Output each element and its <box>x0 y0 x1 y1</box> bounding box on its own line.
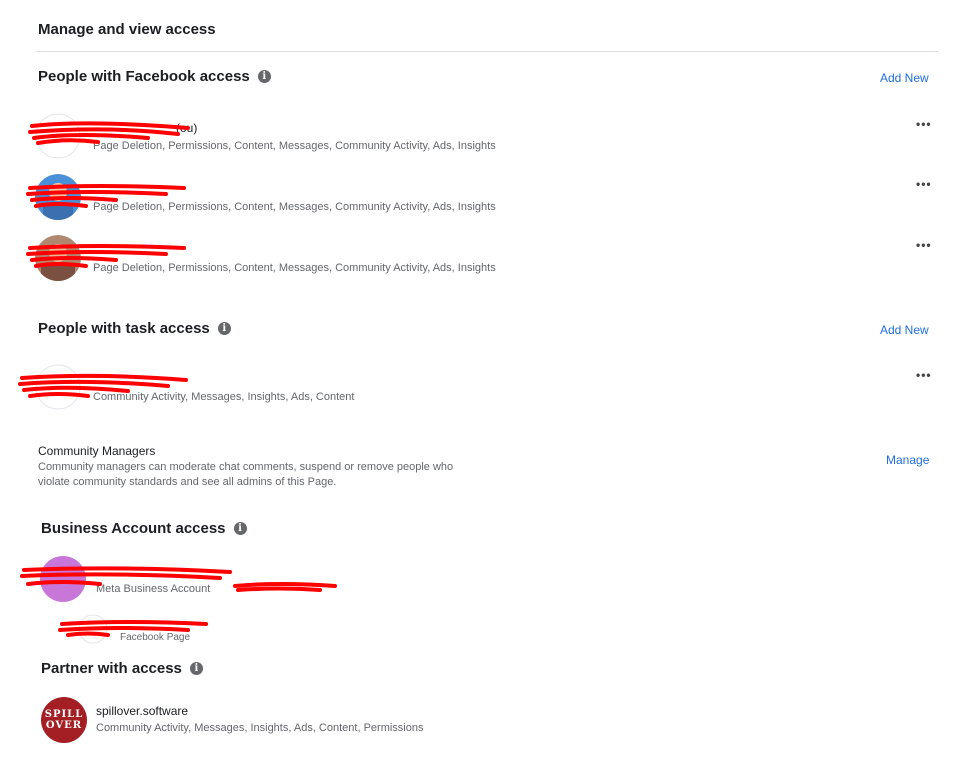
more-options-icon[interactable]: ••• <box>916 178 932 190</box>
info-icon[interactable]: i <box>189 662 203 675</box>
info-icon[interactable]: i <box>217 322 231 335</box>
avatar[interactable] <box>35 364 81 410</box>
facebook-access-heading: People with Facebook access i <box>38 68 271 85</box>
task-access-title: People with task access <box>38 320 210 337</box>
person-permissions: Community Activity, Messages, Insights, … <box>93 391 355 403</box>
partner-name[interactable]: spillover.software <box>96 704 188 718</box>
more-options-icon[interactable]: ••• <box>916 239 932 251</box>
facebook-access-title: People with Facebook access <box>38 68 250 85</box>
partner-permissions: Community Activity, Messages, Insights, … <box>96 722 424 734</box>
avatar[interactable] <box>35 235 81 281</box>
add-new-task-access-button[interactable]: Add New <box>880 323 929 337</box>
page-type: Facebook Page <box>120 632 191 643</box>
task-access-heading: People with task access i <box>38 320 231 337</box>
avatar[interactable] <box>35 174 81 220</box>
page-title: Manage and view access <box>38 21 216 38</box>
person-permissions: Page Deletion, Permissions, Content, Mes… <box>93 262 496 274</box>
person-permissions: Page Deletion, Permissions, Content, Mes… <box>93 140 496 152</box>
more-options-icon[interactable]: ••• <box>916 118 932 130</box>
page-avatar[interactable] <box>78 614 108 644</box>
person-name[interactable]: (ou) <box>176 121 197 135</box>
community-managers-title: Community Managers <box>38 444 156 458</box>
add-new-facebook-access-button[interactable]: Add New <box>880 71 929 85</box>
info-icon[interactable]: i <box>257 70 271 83</box>
info-icon[interactable]: i <box>233 522 247 535</box>
manage-community-managers-button[interactable]: Manage <box>886 453 929 467</box>
community-managers-description: Community managers can moderate chat com… <box>38 461 454 488</box>
business-access-title: Business Account access <box>41 520 226 537</box>
spillover-logo[interactable]: SPILL OVER <box>41 697 87 743</box>
divider <box>36 51 938 52</box>
avatar[interactable] <box>35 113 81 159</box>
more-options-icon[interactable]: ••• <box>916 369 932 381</box>
business-access-heading: Business Account access i <box>41 520 247 537</box>
person-permissions: Page Deletion, Permissions, Content, Mes… <box>93 201 496 213</box>
partner-access-title: Partner with access <box>41 660 182 677</box>
business-account-type: Meta Business Account <box>96 583 211 595</box>
avatar[interactable] <box>40 556 86 602</box>
partner-access-heading: Partner with access i <box>41 660 203 677</box>
